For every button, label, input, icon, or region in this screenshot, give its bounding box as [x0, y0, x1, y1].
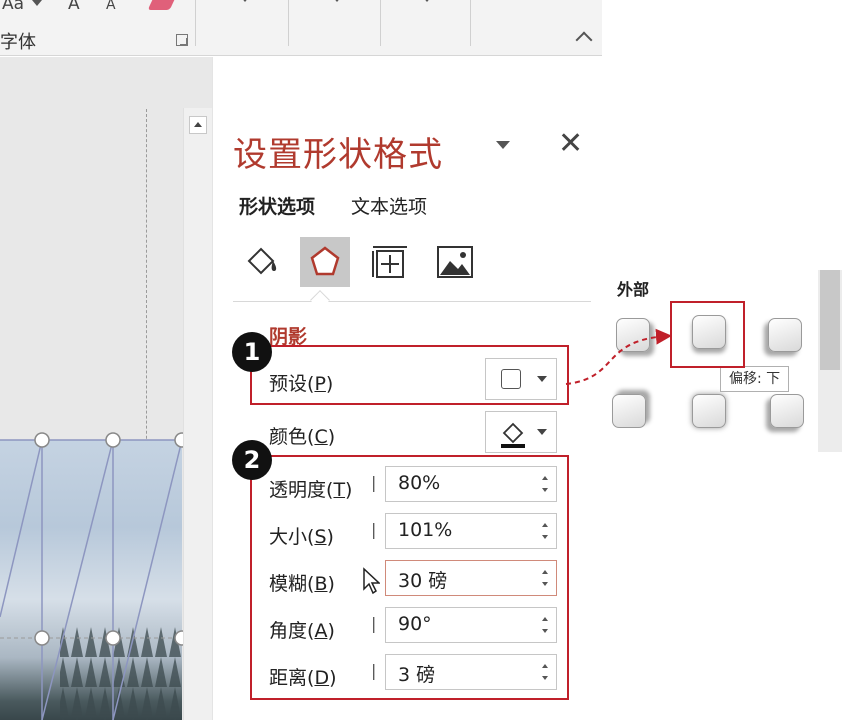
pane-options-dropdown-icon[interactable]	[496, 141, 510, 149]
preset-highlight-box	[250, 345, 569, 405]
paint-bucket-icon	[501, 422, 525, 448]
clear-formatting-icon[interactable]	[147, 0, 175, 10]
ribbon-separator	[288, 0, 289, 46]
pane-title: 设置形状格式	[233, 135, 443, 175]
ribbon-separator	[470, 0, 471, 46]
ribbon-separator	[195, 0, 196, 46]
scroll-up-button[interactable]	[189, 116, 207, 134]
selected-category-pointer	[310, 290, 330, 310]
color-label: 颜色(C)	[269, 426, 336, 448]
fields-highlight-box	[250, 455, 569, 700]
tab-text-options[interactable]: 文本选项	[351, 192, 427, 219]
step-badge-2: 2	[232, 440, 272, 480]
preset-offset-right[interactable]	[612, 394, 646, 428]
preset-offset-left[interactable]	[770, 394, 804, 428]
shrink-font-button[interactable]: A	[106, 0, 116, 13]
pane-divider	[233, 301, 591, 302]
preset-offset-bottom-right[interactable]	[616, 318, 650, 352]
tab-shape-options[interactable]: 形状选项	[239, 192, 315, 219]
ribbon-separator	[380, 0, 381, 46]
ribbon: Aa A A 字体	[0, 0, 602, 56]
size-properties-icon[interactable]	[365, 237, 415, 287]
selection-handles[interactable]	[0, 57, 212, 720]
chevron-down-icon[interactable]	[32, 0, 42, 6]
canvas-vertical-scrollbar[interactable]	[183, 108, 212, 720]
effects-pentagon-icon[interactable]	[300, 237, 350, 287]
grow-font-button[interactable]: A	[68, 0, 80, 14]
preset-tooltip: 偏移: 下	[720, 366, 790, 392]
gallery-header: 外部	[617, 280, 650, 299]
chevron-down-icon[interactable]	[332, 0, 342, 2]
preset-offset-bottom-left[interactable]	[768, 318, 802, 352]
scroll-thumb[interactable]	[820, 270, 840, 370]
collapse-ribbon-icon[interactable]	[575, 31, 593, 49]
chevron-down-icon[interactable]	[422, 0, 432, 2]
mouse-cursor-icon	[363, 567, 380, 595]
font-group-label: 字体	[0, 32, 36, 53]
chevron-down-icon[interactable]	[240, 0, 250, 2]
preset-offset-center[interactable]	[692, 394, 726, 428]
slide-canvas[interactable]	[0, 57, 212, 720]
gallery-scrollbar[interactable]	[818, 270, 842, 452]
chevron-down-icon	[537, 429, 547, 435]
fill-line-icon[interactable]	[237, 237, 287, 287]
close-icon[interactable]: ✕	[558, 129, 583, 159]
shadow-color-picker[interactable]	[485, 411, 557, 453]
step-badge-1: 1	[232, 332, 272, 372]
picture-icon[interactable]	[430, 237, 480, 287]
selected-preset-highlight-box	[670, 301, 745, 368]
font-case-button[interactable]: Aa	[2, 0, 24, 14]
dialog-launcher-icon[interactable]	[176, 34, 188, 46]
